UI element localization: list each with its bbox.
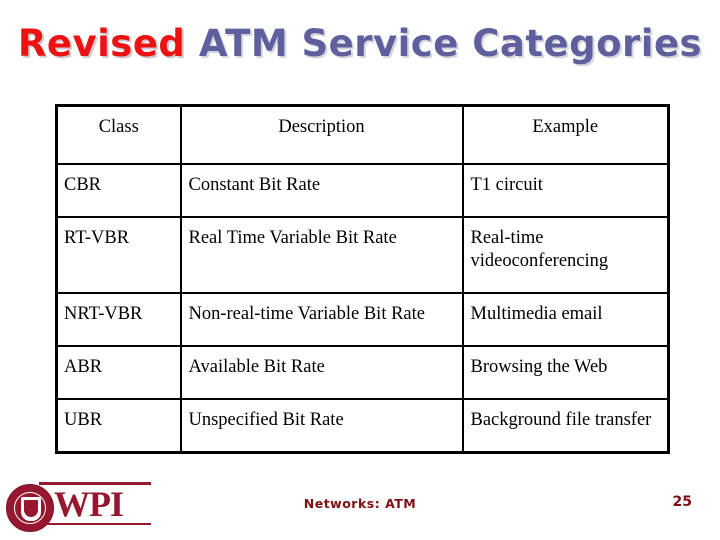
cell-class: NRT-VBR [55, 292, 182, 347]
cell-example: Background file transfer [461, 398, 670, 454]
cell-example: Multimedia email [461, 292, 670, 347]
table-header-row: Class Description Example [55, 104, 670, 165]
cell-example: Browsing the Web [461, 345, 670, 400]
page-title-main: ATM Service Categories [198, 22, 703, 65]
table-row: RT-VBR Real Time Variable Bit Rate Real-… [55, 216, 670, 294]
page-number: 25 [672, 494, 692, 510]
column-header-example: Example [461, 104, 670, 165]
cell-description: Constant Bit Rate [179, 163, 464, 218]
table-row: NRT-VBR Non-real-time Variable Bit Rate … [55, 292, 670, 347]
cell-example: Real-time videoconferencing [461, 216, 670, 294]
cell-description: Available Bit Rate [179, 345, 464, 400]
footer-center-text: Networks: ATM [303, 496, 417, 511]
cell-example: T1 circuit [461, 163, 670, 218]
cell-description: Real Time Variable Bit Rate [179, 216, 464, 294]
table-body: CBR Constant Bit Rate T1 circuit RT-VBR … [55, 163, 670, 454]
cell-description: Non-real-time Variable Bit Rate [179, 292, 464, 347]
cell-class: CBR [55, 163, 182, 218]
cell-class: ABR [55, 345, 182, 400]
table-row: CBR Constant Bit Rate T1 circuit [55, 163, 670, 218]
table-row: UBR Unspecified Bit Rate Background file… [55, 398, 670, 454]
table-row: ABR Available Bit Rate Browsing the Web [55, 345, 670, 400]
cell-description: Unspecified Bit Rate [179, 398, 464, 454]
page-title-highlight: Revised [17, 22, 186, 65]
page-title: Revised ATM Service Categories [0, 22, 720, 66]
atm-service-categories-table-container: Class Description Example CBR Constant B… [55, 104, 670, 454]
column-header-description: Description [179, 104, 464, 165]
cell-class: RT-VBR [55, 216, 182, 294]
column-header-class: Class [55, 104, 182, 165]
slide-footer: WPI Networks: ATM 25 [0, 476, 720, 540]
atm-service-categories-table: Class Description Example CBR Constant B… [55, 104, 670, 454]
cell-class: UBR [55, 398, 182, 454]
table-header: Class Description Example [55, 104, 670, 165]
